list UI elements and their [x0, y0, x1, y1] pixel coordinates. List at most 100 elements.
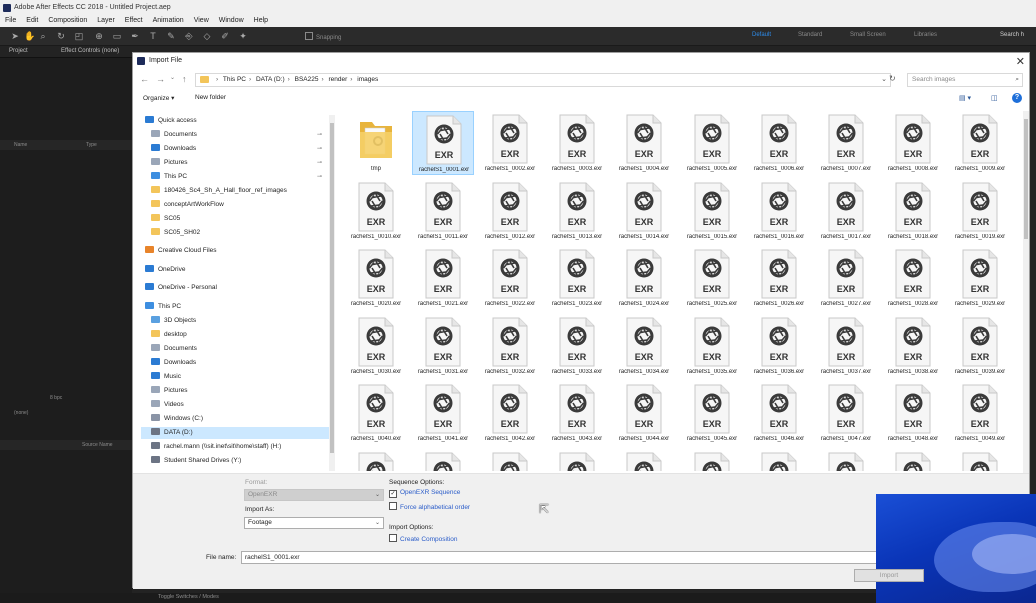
file-item[interactable]: EXR rachelS1_0048.exr — [882, 381, 944, 445]
refresh-icon[interactable]: ↻ — [889, 74, 896, 83]
file-item[interactable]: EXR rachelS1_0033.exr — [546, 314, 608, 378]
nav-item[interactable]: OneDrive - Personal — [141, 282, 329, 294]
clone-stamp-tool-icon[interactable]: ⎆ — [184, 31, 194, 41]
toggle-switches-modes[interactable]: Toggle Switches / Modes — [158, 594, 219, 600]
menu-edit[interactable]: Edit — [21, 15, 43, 27]
nav-item[interactable]: Student Shared Drives (Y:) — [141, 455, 329, 467]
search-help-field[interactable]: Search h — [1000, 32, 1024, 38]
file-item[interactable]: EXR rachelS1_0020.exr — [345, 246, 407, 310]
file-list-scrollbar[interactable] — [1023, 111, 1029, 475]
menu-file[interactable]: File — [0, 15, 21, 27]
create-composition-checkbox[interactable]: Create Composition — [389, 534, 457, 544]
menu-layer[interactable]: Layer — [92, 15, 120, 27]
nav-item[interactable]: SC05_SH02 — [141, 227, 329, 239]
file-item[interactable]: EXR rachelS1_0003.exr — [546, 111, 608, 175]
file-item[interactable]: EXR rachelS1_0021.exr — [412, 246, 474, 310]
recent-locations-icon[interactable]: ⌄ — [170, 74, 175, 81]
nav-item[interactable]: OneDrive — [141, 264, 329, 276]
file-item[interactable]: EXR rachelS1_0008.exr — [882, 111, 944, 175]
navigation-scrollbar[interactable] — [329, 115, 335, 471]
file-item[interactable]: EXR rachelS1_0007.exr — [815, 111, 877, 175]
file-item[interactable]: EXR rachelS1_0036.exr — [748, 314, 810, 378]
file-item[interactable]: EXR — [479, 449, 541, 471]
rotate-tool-icon[interactable]: ↻ — [56, 31, 66, 41]
breadcrumb-this-pc[interactable]: This PC — [223, 76, 246, 83]
nav-item[interactable]: Documents ⊸ — [141, 129, 329, 141]
file-item[interactable]: EXR — [613, 449, 675, 471]
file-item[interactable]: EXR rachelS1_0030.exr — [345, 314, 407, 378]
openexr-sequence-checkbox[interactable]: OpenEXR Sequence — [389, 489, 460, 498]
nav-item[interactable]: Videos — [141, 399, 329, 411]
tab-project[interactable]: Project — [9, 48, 28, 54]
nav-item[interactable]: Downloads ⊸ — [141, 143, 329, 155]
nav-item[interactable]: Quick access — [141, 115, 329, 127]
file-item[interactable]: EXR rachelS1_0038.exr — [882, 314, 944, 378]
nav-item[interactable]: Pictures ⊸ — [141, 157, 329, 169]
pen-tool-icon[interactable]: ✒ — [130, 31, 140, 41]
selection-tool-icon[interactable]: ➤ — [10, 31, 20, 41]
new-folder-button[interactable]: New folder — [195, 94, 226, 101]
file-item[interactable]: EXR rachelS1_0022.exr — [479, 246, 541, 310]
file-item[interactable]: EXR — [815, 449, 877, 471]
preview-pane-icon[interactable]: ◫ — [991, 94, 998, 102]
breadcrumb-bsa225[interactable]: BSA225 — [295, 76, 319, 83]
nav-item[interactable]: SC05 — [141, 213, 329, 225]
file-item[interactable]: EXR rachelS1_0035.exr — [681, 314, 743, 378]
column-source-name[interactable]: Source Name — [82, 442, 113, 448]
chevron-down-icon[interactable]: ⌄ — [881, 74, 887, 86]
nav-item[interactable]: This PC ⊸ — [141, 171, 329, 183]
tab-effect-controls[interactable]: Effect Controls (none) — [61, 48, 119, 54]
up-arrow-icon[interactable]: ↑ — [182, 74, 187, 84]
file-item[interactable]: EXR rachelS1_0049.exr — [949, 381, 1011, 445]
import-as-select[interactable]: Footage ⌄ — [244, 517, 384, 529]
file-item[interactable]: EXR rachelS1_0031.exr — [412, 314, 474, 378]
menu-help[interactable]: Help — [249, 15, 273, 27]
file-item[interactable]: EXR rachelS1_0027.exr — [815, 246, 877, 310]
nav-item[interactable]: Downloads — [141, 357, 329, 369]
file-item[interactable]: EXR rachelS1_0041.exr — [412, 381, 474, 445]
nav-item[interactable]: conceptArtWorkFlow — [141, 199, 329, 211]
file-item[interactable]: EXR rachelS1_0014.exr — [613, 179, 675, 243]
file-item[interactable]: EXR rachelS1_0023.exr — [546, 246, 608, 310]
nav-item[interactable]: rachel.mann (\\sit.inet\sit\home\staff) … — [141, 441, 329, 453]
file-item[interactable]: EXR rachelS1_0028.exr — [882, 246, 944, 310]
file-item[interactable]: EXR rachelS1_0012.exr — [479, 179, 541, 243]
nav-item[interactable]: Windows (C:) — [141, 413, 329, 425]
file-name-field[interactable]: rachelS1_0001.exr — [241, 551, 881, 564]
file-item[interactable]: EXR rachelS1_0039.exr — [949, 314, 1011, 378]
file-item[interactable]: EXR rachelS1_0037.exr — [815, 314, 877, 378]
close-icon[interactable]: ✕ — [1016, 54, 1025, 70]
workspace-libraries[interactable]: Libraries — [914, 32, 937, 38]
change-view-icon[interactable]: ▤ ▾ — [959, 94, 971, 102]
file-item[interactable]: EXR rachelS1_0015.exr — [681, 179, 743, 243]
breadcrumb-render[interactable]: render — [328, 76, 347, 83]
breadcrumb-images[interactable]: images — [357, 76, 378, 83]
brush-tool-icon[interactable]: ✎ — [166, 31, 176, 41]
file-item[interactable]: EXR rachelS1_0013.exr — [546, 179, 608, 243]
file-item[interactable]: EXR rachelS1_0043.exr — [546, 381, 608, 445]
nav-item[interactable]: 180426_Sc4_Sh_A_Hall_floor_ref_images — [141, 185, 329, 197]
file-item[interactable]: EXR rachelS1_0001.exr — [412, 111, 474, 175]
nav-item[interactable]: This PC — [141, 301, 329, 313]
back-arrow-icon[interactable]: ← — [140, 74, 149, 84]
menu-effect[interactable]: Effect — [120, 15, 148, 27]
nav-item[interactable]: 3D Objects — [141, 315, 329, 327]
pan-behind-tool-icon[interactable]: ⊕ — [94, 31, 104, 41]
camera-tool-icon[interactable]: ◰ — [74, 31, 84, 41]
file-item[interactable]: EXR rachelS1_0042.exr — [479, 381, 541, 445]
hand-tool-icon[interactable]: ✋ — [24, 31, 35, 41]
file-item[interactable]: EXR rachelS1_0032.exr — [479, 314, 541, 378]
menu-animation[interactable]: Animation — [148, 15, 189, 27]
bit-depth-label[interactable]: 8 bpc — [50, 395, 62, 401]
import-button[interactable]: Import — [854, 569, 924, 582]
file-item[interactable]: EXR rachelS1_0019.exr — [949, 179, 1011, 243]
file-item[interactable]: EXR rachelS1_0011.exr — [412, 179, 474, 243]
zoom-tool-icon[interactable]: ⌕ — [38, 31, 48, 41]
menu-view[interactable]: View — [189, 15, 214, 27]
file-item[interactable]: EXR rachelS1_0018.exr — [882, 179, 944, 243]
file-item[interactable]: EXR rachelS1_0025.exr — [681, 246, 743, 310]
eraser-tool-icon[interactable]: ◇ — [202, 31, 212, 41]
organize-button[interactable]: Organize ▾ — [143, 94, 174, 102]
nav-item[interactable]: Documents — [141, 343, 329, 355]
column-name[interactable]: Name — [14, 142, 27, 148]
